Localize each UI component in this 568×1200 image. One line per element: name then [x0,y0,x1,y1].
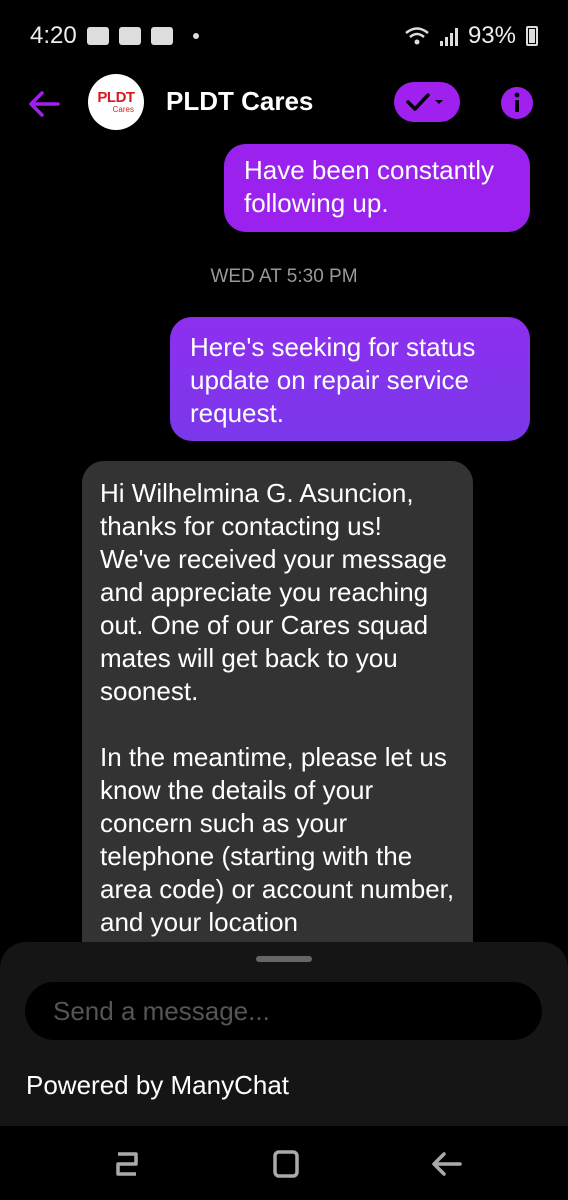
more-notifications-icon [192,33,199,39]
subscribe-toggle-button[interactable] [394,82,460,122]
youtube-notification-icon [118,27,141,45]
outgoing-message[interactable]: Have been constantly following up. [224,144,530,232]
message-timestamp: WED AT 5:30 PM [210,266,358,287]
avatar[interactable]: PLDT Cares [88,74,144,130]
powered-by-label[interactable]: Powered by ManyChat [26,1070,289,1101]
status-right: 93% [404,22,538,50]
message-paragraph: Hi Wilhelmina G. Asuncion, thanks for co… [100,478,447,706]
check-dropdown-icon [406,93,443,111]
battery-percent: 93% [467,22,516,49]
outgoing-message[interactable]: Here's seeking for status update on repa… [170,317,530,441]
status-left: 4:20 [30,22,199,50]
message-input-wrapper[interactable] [25,982,542,1040]
system-nav-bar [0,1126,568,1200]
back-nav-icon[interactable] [426,1144,466,1184]
avatar-logo-text: PLDT [97,88,135,106]
info-icon[interactable] [500,86,534,120]
wifi-icon [405,27,429,45]
back-arrow-icon[interactable] [24,84,64,124]
mail-notification-icon [150,27,173,45]
gallery-notification-icon [86,27,109,45]
battery-icon [526,26,538,46]
drag-handle[interactable] [256,956,312,962]
signal-icon [439,26,458,46]
message-paragraph: In the meantime, please let us know the … [100,742,455,937]
page-title[interactable]: PLDT Cares [166,86,313,117]
recent-apps-icon[interactable] [106,1144,146,1184]
home-icon[interactable] [266,1144,306,1184]
incoming-message[interactable]: Hi Wilhelmina G. Asuncion, thanks for co… [82,461,473,981]
chat-header: PLDT Cares PLDT Cares [0,72,568,136]
message-input[interactable] [51,994,515,1028]
composer-sheet: Powered by ManyChat [0,942,568,1126]
status-time: 4:20 [30,22,77,49]
avatar-logo-subtext: Cares [112,104,134,114]
status-bar: 4:20 93% [0,0,568,72]
